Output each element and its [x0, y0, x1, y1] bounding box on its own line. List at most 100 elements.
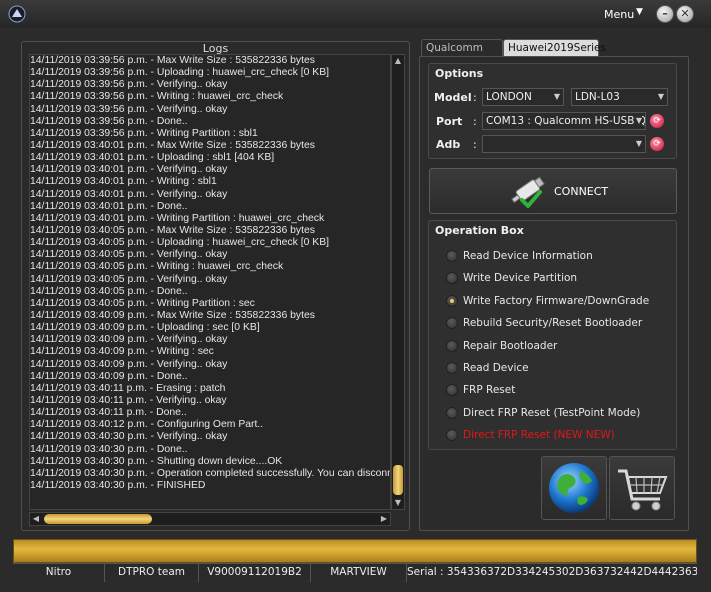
operation-option-label: Write Factory Firmware/DownGrade — [463, 294, 650, 307]
log-line: 14/11/2019 03:40:01 p.m. - Uploading : s… — [30, 152, 275, 164]
connect-label: CONNECT — [554, 185, 609, 198]
chevron-down-icon[interactable]: ▼ — [636, 7, 643, 17]
log-line: 14/11/2019 03:40:05 p.m. - Uploading : h… — [30, 237, 330, 249]
port-select[interactable]: COM13 : Qualcomm HS-USB QD ▼ — [482, 112, 646, 130]
operation-option-label: Read Device Information — [463, 250, 593, 262]
chevron-down-icon[interactable]: ▼ — [633, 113, 642, 129]
log-line: 14/11/2019 03:40:01 p.m. - Writing : sbl… — [30, 176, 217, 188]
scroll-up-icon[interactable]: ▲ — [392, 55, 404, 67]
options-title: Options — [435, 67, 484, 80]
tab-huawei2019series[interactable]: Huawei2019Series — [503, 39, 606, 57]
log-line: 14/11/2019 03:40:05 p.m. - Done.. — [30, 285, 188, 297]
logs-panel: Logs 14/11/2019 03:39:56 p.m. - Max Writ… — [21, 41, 410, 531]
globe-icon — [549, 463, 599, 513]
connect-button[interactable]: CONNECT — [429, 168, 677, 214]
cart-button[interactable] — [609, 456, 675, 520]
status-bar: Nitro DTPRO team V90009112019B2 MARTVIEW… — [13, 563, 697, 582]
scroll-left-icon[interactable]: ◀ — [30, 513, 42, 525]
log-line: 14/11/2019 03:40:11 p.m. - Verifying.. o… — [30, 394, 227, 406]
close-button[interactable]: ✕ — [676, 5, 694, 23]
operation-box-title: Operation Box — [435, 224, 524, 237]
operation-option-label: Repair Bootloader — [463, 339, 558, 352]
vertical-scroll-thumb[interactable] — [393, 465, 403, 495]
progress-bar — [13, 539, 697, 563]
scroll-right-icon[interactable]: ▶ — [378, 513, 390, 525]
operation-option-label: Write Device Partition — [463, 272, 578, 285]
minimize-button[interactable]: – — [656, 5, 674, 23]
model-select-value: LONDON — [486, 91, 532, 103]
log-line: 14/11/2019 03:40:05 p.m. - Writing Parti… — [30, 297, 255, 309]
radio-button[interactable] — [446, 362, 458, 374]
status-serial: Serial : 354336372D334245302D363732442D4… — [407, 566, 697, 578]
status-nitro: Nitro — [13, 564, 105, 582]
log-line: 14/11/2019 03:40:01 p.m. - Done.. — [30, 200, 188, 212]
scroll-down-icon[interactable]: ▼ — [392, 497, 404, 509]
log-line: 14/11/2019 03:39:56 p.m. - Max Write Siz… — [30, 55, 315, 66]
operation-option-label: Read Device — [463, 362, 529, 374]
radio-button[interactable] — [446, 406, 458, 419]
log-line: 14/11/2019 03:40:11 p.m. - Erasing : pat… — [30, 382, 226, 394]
log-line: 14/11/2019 03:39:56 p.m. - Writing : hua… — [30, 91, 284, 103]
log-line: 14/11/2019 03:40:09 p.m. - Uploading : s… — [30, 322, 260, 334]
log-area[interactable]: 14/11/2019 03:39:56 p.m. - Max Write Siz… — [29, 54, 391, 510]
operation-option-label: Direct FRP Reset (NEW NEW) — [463, 429, 615, 442]
adb-colon: : — [473, 138, 477, 151]
radio-button[interactable] — [446, 250, 458, 262]
adb-refresh-icon[interactable]: ⟳ — [650, 137, 664, 151]
horizontal-scroll-thumb[interactable] — [44, 514, 152, 524]
menu-button[interactable]: Menu — [604, 8, 634, 21]
port-colon: : — [473, 115, 477, 128]
log-line: 14/11/2019 03:40:09 p.m. - Verifying.. o… — [30, 358, 228, 370]
log-line: 14/11/2019 03:40:05 p.m. - Max Write Siz… — [30, 224, 315, 236]
log-line: 14/11/2019 03:40:30 p.m. - Operation com… — [30, 467, 391, 479]
log-line: 14/11/2019 03:40:30 p.m. - Shutting down… — [30, 455, 283, 467]
variant-select[interactable]: LDN-L03 ▼ — [571, 88, 668, 106]
radio-button[interactable] — [446, 294, 458, 307]
status-version: V90009112019B2 — [199, 564, 311, 582]
log-line: 14/11/2019 03:40:01 p.m. - Writing Parti… — [30, 212, 325, 224]
log-line: 14/11/2019 03:39:56 p.m. - Done.. — [30, 115, 188, 127]
log-line: 14/11/2019 03:40:09 p.m. - Verifying.. o… — [30, 334, 228, 346]
operation-option-label: Rebuild Security/Reset Bootloader — [463, 317, 643, 330]
title-bar: Menu ▼ – ✕ — [0, 0, 711, 28]
log-line: 14/11/2019 03:39:56 p.m. - Uploading : h… — [30, 67, 330, 79]
log-line: 14/11/2019 03:40:30 p.m. - Done.. — [30, 443, 188, 455]
port-label: Port — [436, 115, 463, 128]
logs-box: 14/11/2019 03:39:56 p.m. - Max Write Siz… — [29, 54, 407, 549]
app-logo-icon — [8, 5, 26, 23]
log-line: 14/11/2019 03:40:11 p.m. - Done.. — [30, 407, 187, 419]
usb-plug-check-icon — [511, 176, 545, 208]
log-line: 14/11/2019 03:40:09 p.m. - Writing : sec — [30, 346, 214, 358]
log-line: 14/11/2019 03:40:09 p.m. - Done.. — [30, 370, 188, 382]
status-team: DTPRO team — [105, 564, 199, 582]
operation-option-label: Direct FRP Reset (TestPoint Mode) — [463, 406, 641, 419]
port-refresh-icon[interactable]: ⟳ — [650, 114, 664, 128]
operation-option-label: FRP Reset — [463, 384, 516, 397]
log-line: 14/11/2019 03:40:05 p.m. - Writing : hua… — [30, 261, 284, 273]
variant-select-value: LDN-L03 — [575, 91, 620, 103]
log-line: 14/11/2019 03:40:05 p.m. - Verifying.. o… — [30, 273, 228, 285]
log-line: 14/11/2019 03:40:09 p.m. - Max Write Siz… — [30, 309, 315, 321]
log-line: 14/11/2019 03:40:30 p.m. - FINISHED — [30, 479, 206, 491]
log-line: 14/11/2019 03:40:01 p.m. - Max Write Siz… — [30, 139, 315, 151]
log-line: 14/11/2019 03:39:56 p.m. - Writing Parti… — [30, 127, 258, 139]
globe-button[interactable] — [541, 456, 607, 520]
tab-qualcomm-flash[interactable]: Qualcomm Flash — [421, 39, 503, 71]
model-colon: : — [473, 91, 477, 104]
log-line: 14/11/2019 03:40:12 p.m. - Configuring O… — [30, 419, 264, 431]
horizontal-scrollbar[interactable]: ◀ ▶ — [29, 512, 391, 526]
log-line: 14/11/2019 03:40:01 p.m. - Verifying.. o… — [30, 188, 228, 200]
chevron-down-icon[interactable]: ▼ — [658, 89, 664, 105]
chevron-down-icon[interactable]: ▼ — [636, 136, 642, 152]
chevron-down-icon[interactable]: ▼ — [554, 89, 560, 105]
log-line: 14/11/2019 03:39:56 p.m. - Verifying.. o… — [30, 103, 228, 115]
model-label: Model — [434, 91, 472, 104]
model-select[interactable]: LONDON ▼ — [482, 88, 564, 106]
radio-button[interactable] — [446, 339, 458, 352]
log-line: 14/11/2019 03:40:01 p.m. - Verifying.. o… — [30, 164, 228, 176]
adb-select[interactable]: ▼ — [482, 135, 646, 153]
log-line: 14/11/2019 03:39:56 p.m. - Verifying.. o… — [30, 79, 228, 91]
vertical-scrollbar[interactable]: ▲ ▼ — [391, 54, 405, 510]
log-line: 14/11/2019 03:40:30 p.m. - Verifying.. o… — [30, 431, 228, 443]
shopping-cart-icon — [618, 469, 668, 511]
